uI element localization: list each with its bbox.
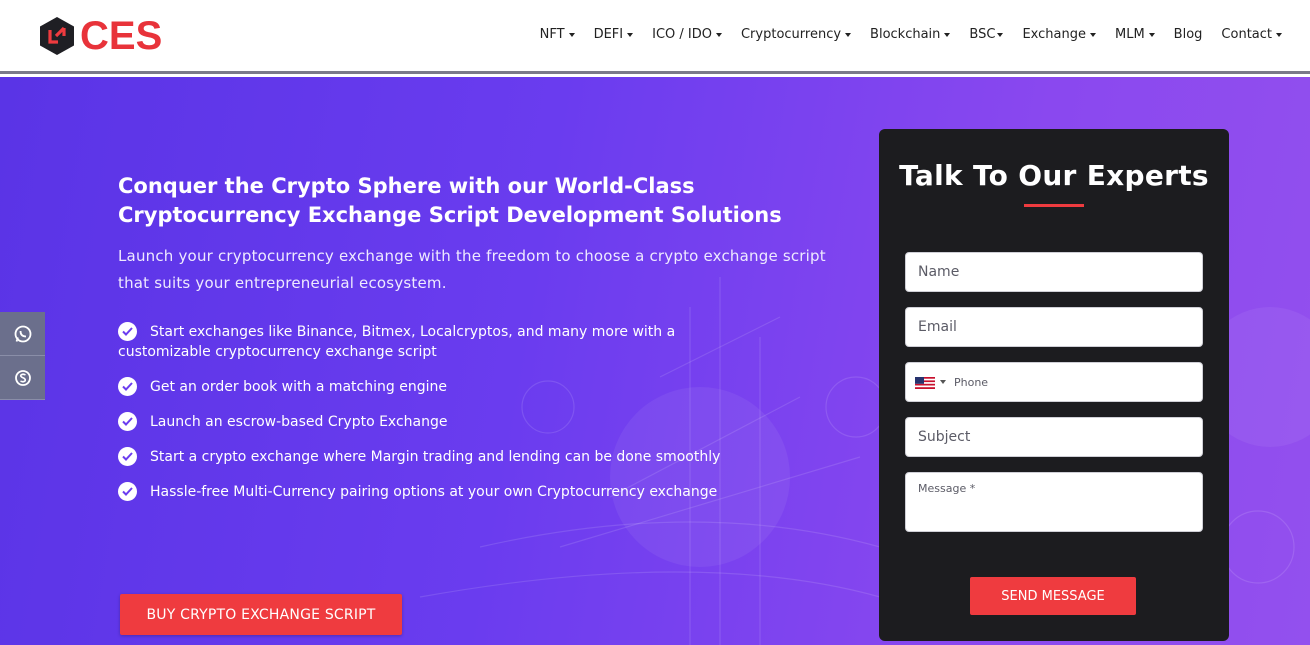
country-dropdown-caret-icon[interactable] — [940, 380, 946, 384]
caret-down-icon — [1148, 32, 1155, 37]
hero-subtitle: Launch your cryptocurrency exchange with… — [118, 247, 826, 292]
nav-item-label: DEFI — [593, 27, 624, 42]
nav-item-exchange[interactable]: Exchange — [1022, 27, 1096, 42]
caret-down-icon — [568, 32, 575, 37]
name-input[interactable] — [905, 252, 1203, 292]
email-input[interactable] — [905, 307, 1203, 347]
list-item: Hassle-free Multi-Currency pairing optio… — [118, 482, 738, 502]
whatsapp-button[interactable] — [0, 312, 45, 356]
caret-down-icon — [1276, 32, 1282, 37]
nav-item-bsc[interactable]: BSC — [969, 27, 1004, 42]
nav-item-label: Blog — [1173, 27, 1203, 42]
send-message-button[interactable]: SEND MESSAGE — [970, 577, 1136, 615]
feature-list: Start exchanges like Binance, Bitmex, Lo… — [118, 322, 738, 517]
main-nav: NFT DEFI ICO / IDO Cryptocurrency Blockc… — [521, 27, 1282, 42]
logo-hex-icon — [38, 16, 76, 56]
phone-field — [905, 362, 1203, 402]
check-circle-icon — [118, 447, 137, 466]
whatsapp-icon — [14, 325, 31, 342]
nav-item-label: Blockchain — [870, 27, 941, 42]
list-item-text: Get an order book with a matching engine — [150, 379, 447, 395]
list-item-text: Start exchanges like Binance, Bitmex, Lo… — [118, 324, 676, 360]
message-textarea[interactable] — [905, 472, 1203, 532]
check-circle-icon — [118, 377, 137, 396]
nav-item-defi[interactable]: DEFI — [594, 27, 634, 42]
skype-icon — [14, 369, 31, 386]
nav-item-ico-ido[interactable]: ICO / IDO — [652, 27, 722, 42]
list-item-text: Hassle-free Multi-Currency pairing optio… — [150, 484, 718, 500]
caret-down-icon — [845, 32, 852, 37]
list-item: Get an order book with a matching engine — [118, 377, 738, 397]
caret-down-icon — [944, 32, 951, 37]
nav-item-label: Cryptocurrency — [740, 27, 842, 42]
list-item: Start exchanges like Binance, Bitmex, Lo… — [118, 322, 738, 362]
list-item: Start a crypto exchange where Margin tra… — [118, 447, 738, 467]
nav-item-label: Contact — [1221, 27, 1272, 42]
check-circle-icon — [118, 482, 137, 501]
contact-form-card: Talk To Our Experts SEND MESSAGE — [879, 129, 1229, 641]
nav-item-blog[interactable]: Blog — [1174, 27, 1203, 42]
hero-title-line-2: Cryptocurrency Exchange Script Developme… — [118, 203, 782, 227]
caret-down-icon — [627, 32, 634, 37]
phone-input[interactable] — [954, 364, 1184, 400]
caret-down-icon — [997, 32, 1004, 37]
nav-item-mlm[interactable]: MLM — [1115, 27, 1155, 42]
hero-title-line-1: Conquer the Crypto Sphere with our World… — [118, 174, 695, 198]
list-item-text: Launch an escrow-based Crypto Exchange — [150, 414, 448, 430]
list-item-text: Start a crypto exchange where Margin tra… — [150, 449, 721, 465]
subject-input[interactable] — [905, 417, 1203, 457]
brand-name: CES — [80, 14, 163, 58]
caret-down-icon — [715, 32, 722, 37]
check-circle-icon — [118, 412, 137, 431]
list-item: Launch an escrow-based Crypto Exchange — [118, 412, 738, 432]
skype-button[interactable] — [0, 356, 45, 400]
caret-down-icon — [1089, 32, 1096, 37]
nav-item-nft[interactable]: NFT — [540, 27, 575, 42]
us-flag-icon[interactable] — [915, 376, 935, 389]
nav-item-contact[interactable]: Contact — [1221, 27, 1282, 42]
nav-item-label: Exchange — [1022, 27, 1086, 42]
nav-item-label: BSC — [969, 27, 996, 42]
nav-item-label: ICO / IDO — [652, 27, 712, 42]
hero-title: Conquer the Crypto Sphere with our World… — [118, 172, 838, 230]
side-social-bar — [0, 312, 45, 400]
check-circle-icon — [118, 322, 137, 341]
form-title: Talk To Our Experts — [899, 159, 1209, 192]
title-underline — [1024, 204, 1084, 207]
buy-crypto-exchange-script-button[interactable]: BUY CRYPTO EXCHANGE SCRIPT — [120, 594, 402, 635]
nav-item-label: NFT — [539, 27, 565, 42]
brand-logo[interactable]: CES — [38, 16, 162, 56]
nav-item-cryptocurrency[interactable]: Cryptocurrency — [740, 27, 852, 42]
nav-item-blockchain[interactable]: Blockchain — [870, 27, 951, 42]
site-header: CES NFT DEFI ICO / IDO Cryptocurrency Bl… — [0, 0, 1310, 74]
nav-item-label: MLM — [1114, 27, 1145, 42]
